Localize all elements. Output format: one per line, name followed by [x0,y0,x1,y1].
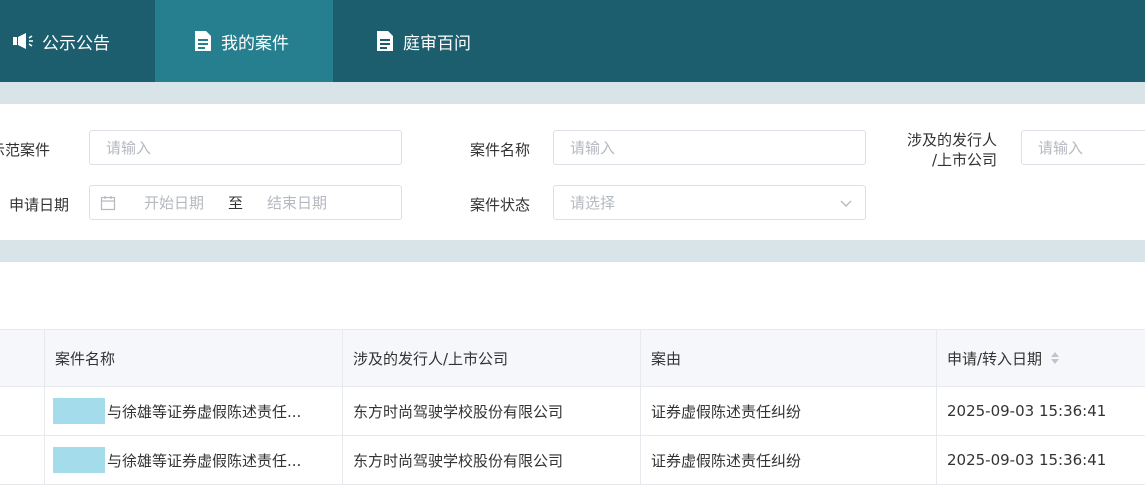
document-icon [377,31,393,51]
issuer-label-line2: /上市公司 [931,151,998,169]
start-date-input[interactable]: 开始日期 [144,192,204,213]
row-case-name-text: 与徐雄等证券虚假陈述责任... [107,451,302,470]
chevron-down-icon [840,200,852,207]
issuer-label-line1: 涉及的发行人 [907,131,998,149]
row-checkbox-col [0,436,44,484]
redacted-block [53,447,105,473]
end-date-input[interactable]: 结束日期 [267,192,327,213]
apply-date-range-picker[interactable]: 开始日期 至 结束日期 [89,185,402,220]
separator-bar-lower [0,240,1145,262]
header-apply-date-label: 申请/转入日期 [947,349,1043,368]
table-row[interactable]: 与徐雄等证券虚假陈述责任... 东方时尚驾驶学校股份有限公司 证券虚假陈述责任纠… [0,436,1145,485]
separator-bar [0,82,1145,104]
top-navbar: 公示公告 我的案件 庭审百问 [0,0,1145,82]
nav-label-announcements: 公示公告 [42,33,110,54]
row-case-name[interactable]: 与徐雄等证券虚假陈述责任... [44,436,342,484]
header-cause: 案由 [640,330,936,386]
header-apply-date[interactable]: 申请/转入日期 [936,330,1145,386]
issuer-input[interactable] [1021,130,1145,165]
row-date: 2025-09-03 15:36:41 [936,387,1145,435]
header-checkbox-col [0,330,44,386]
case-name-label: 案件名称 [470,141,531,159]
row-issuer: 东方时尚驾驶学校股份有限公司 [342,387,640,435]
case-status-select[interactable]: 请选择 [553,185,866,220]
row-case-name[interactable]: 与徐雄等证券虚假陈述责任... [44,387,342,435]
row-case-name-text: 与徐雄等证券虚假陈述责任... [107,402,302,421]
row-checkbox-col [0,387,44,435]
case-status-label: 案件状态 [470,196,531,214]
header-issuer: 涉及的发行人/上市公司 [342,330,640,386]
issuer-label: 涉及的发行人 /上市公司 [907,130,997,170]
table-header-row: 案件名称 涉及的发行人/上市公司 案由 申请/转入日期 [0,329,1145,387]
nav-label-trial-faq: 庭审百问 [403,33,471,54]
case-name-input[interactable] [553,130,866,165]
header-case-name: 案件名称 [44,330,342,386]
nav-item-trial-faq[interactable]: 庭审百问 [333,0,503,82]
demo-case-input[interactable] [89,130,402,165]
filter-panel: 示范案件 案件名称 涉及的发行人 /上市公司 申请日期 开始日期 至 结束日期 … [0,104,1145,240]
demo-case-label: 示范案件 [0,141,51,159]
redacted-block [53,398,105,424]
table-row[interactable]: 与徐雄等证券虚假陈述责任... 东方时尚驾驶学校股份有限公司 证券虚假陈述责任纠… [0,387,1145,436]
row-cause: 证券虚假陈述责任纠纷 [640,436,936,484]
row-date: 2025-09-03 15:36:41 [936,436,1145,484]
document-icon [195,31,211,51]
row-issuer: 东方时尚驾驶学校股份有限公司 [342,436,640,484]
date-range-separator: 至 [228,194,244,212]
megaphone-icon [13,33,33,49]
case-status-placeholder: 请选择 [570,194,616,212]
nav-label-my-cases: 我的案件 [221,33,289,54]
nav-item-announcements[interactable]: 公示公告 [0,0,155,82]
row-cause: 证券虚假陈述责任纠纷 [640,387,936,435]
apply-date-label: 申请日期 [9,196,70,214]
sort-icon[interactable] [1050,350,1060,366]
nav-item-my-cases[interactable]: 我的案件 [155,0,333,82]
calendar-icon [100,195,116,210]
